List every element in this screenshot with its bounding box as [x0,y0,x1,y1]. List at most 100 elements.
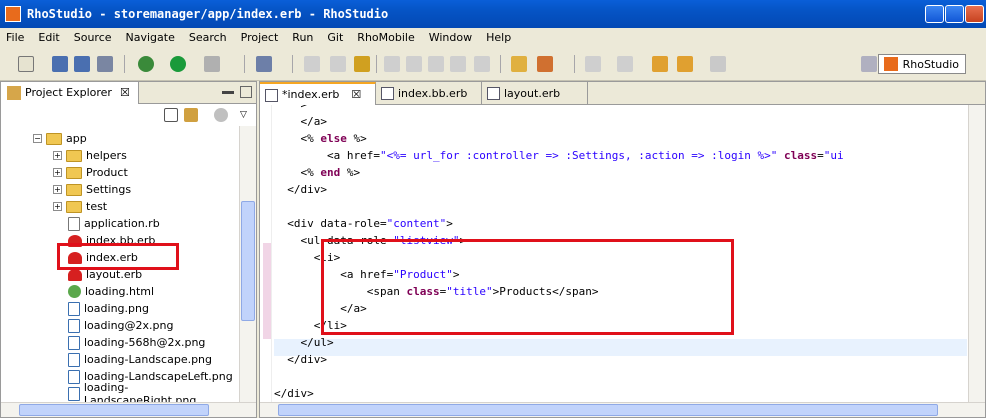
tree-item-application-rb[interactable]: application.rb [68,215,160,232]
tool-icon[interactable] [304,56,320,72]
tab-layout-erb[interactable]: layout.erb [482,82,588,105]
run-icon[interactable] [170,56,186,72]
explorer-tab-bar: Project Explorer ☒ [1,81,256,104]
print-icon[interactable] [97,56,113,72]
toolbar-separator [244,55,245,73]
code-line: </a> [300,115,328,128]
folder-icon [66,200,82,213]
minimize-view-icon[interactable] [222,91,234,94]
tree-item-loading-html[interactable]: loading.html [68,283,154,300]
tool-icon[interactable] [474,56,490,72]
perspective-label: RhoStudio [902,57,959,71]
tree-item-loading-png[interactable]: loading.png [68,300,149,317]
expand-icon[interactable]: + [53,168,62,177]
explorer-toolbar: ▽ [1,104,256,126]
debug-icon[interactable] [138,56,154,72]
view-menu-icon[interactable] [214,108,228,122]
menu-file[interactable]: File [6,31,24,44]
tree-item-loading-2x-png[interactable]: loading@2x.png [68,317,173,334]
collapse-all-icon[interactable] [164,108,178,122]
explorer-vertical-scrollbar[interactable] [239,126,256,404]
tree-item-test[interactable]: + test [53,198,107,215]
tree-item-loading-landscape-png[interactable]: loading-Landscape.png [68,351,212,368]
tree-item-settings[interactable]: + Settings [53,181,131,198]
tab-index-bb-erb[interactable]: index.bb.erb [376,82,482,105]
collapse-icon[interactable]: − [33,134,42,143]
menu-source[interactable]: Source [74,31,112,44]
code-line: <% else %> [300,132,367,145]
open-perspective-icon[interactable] [861,56,877,72]
tool-icon[interactable] [406,56,422,72]
folder-icon [66,183,82,196]
tree-item-app[interactable]: − app [33,130,87,147]
project-explorer-icon [7,85,21,100]
highlight-box-list-item-code [321,239,734,335]
pen-icon[interactable] [537,56,553,72]
tool-icon[interactable] [428,56,444,72]
toolbar-separator [292,55,293,73]
scrollbar-thumb[interactable] [241,201,255,321]
tool-icon[interactable] [354,56,370,72]
maximize-view-icon[interactable] [240,86,252,98]
file-icon [381,87,394,100]
open-folder-icon[interactable] [511,56,527,72]
open-type-icon[interactable] [256,56,272,72]
editor-vertical-scrollbar[interactable] [968,105,985,403]
menu-search[interactable]: Search [189,31,227,44]
file-icon [487,87,500,100]
tab-index-erb[interactable]: *index.erb ☒ [260,82,376,105]
current-line-highlight [274,339,967,356]
explorer-horizontal-scrollbar[interactable] [1,402,256,417]
expand-icon[interactable]: + [53,185,62,194]
tab-project-explorer[interactable]: Project Explorer ☒ [1,81,139,104]
close-tab-icon[interactable]: ☒ [351,88,361,101]
folder-icon [46,132,62,145]
code-line: </div> [287,183,327,196]
external-tools-icon[interactable] [204,56,220,72]
chevron-down-icon[interactable]: ▽ [240,110,247,120]
tool-icon[interactable] [384,56,400,72]
prev-annotation-icon[interactable] [617,56,633,72]
ruby-gem-icon [68,268,82,281]
tool-icon[interactable] [330,56,346,72]
tree-item-helpers[interactable]: + helpers [53,147,127,164]
expand-icon[interactable]: + [53,151,62,160]
minimize-button[interactable] [925,5,944,23]
save-all-icon[interactable] [74,56,90,72]
title-bar: RhoStudio - storemanager/app/index.erb -… [0,0,986,28]
editor-horizontal-scrollbar[interactable] [260,402,985,417]
folder-icon [66,166,82,179]
save-icon[interactable] [52,56,68,72]
highlight-box-index-erb [57,243,179,270]
menu-rhomobile[interactable]: RhoMobile [357,31,414,44]
tree-item-loading-568h-png[interactable]: loading-568h@2x.png [68,334,205,351]
menu-window[interactable]: Window [429,31,472,44]
link-editor-icon[interactable] [184,108,198,122]
menu-run[interactable]: Run [292,31,313,44]
last-edit-icon[interactable] [652,56,668,72]
menu-git[interactable]: Git [327,31,343,44]
close-button[interactable] [965,5,984,23]
perspective-button[interactable]: RhoStudio [877,54,966,74]
code-line: > [274,105,308,113]
expand-icon[interactable]: + [53,202,62,211]
tree-item-loading-landscaperight-png[interactable]: loading-LandscapeRight.png [68,381,239,404]
menu-edit[interactable]: Edit [38,31,59,44]
menu-project[interactable]: Project [241,31,279,44]
scrollbar-thumb[interactable] [19,404,209,416]
tool-icon[interactable] [450,56,466,72]
scrollbar-thumb[interactable] [278,404,938,416]
image-file-icon [68,318,80,333]
tree-item-product[interactable]: + Product [53,164,128,181]
next-annotation-icon[interactable] [585,56,601,72]
close-tab-icon[interactable]: ☒ [120,86,130,99]
maximize-button[interactable] [945,5,964,23]
forward-icon[interactable] [710,56,726,72]
new-icon[interactable] [18,56,34,72]
code-line: <% end %> [300,166,361,179]
menu-navigate[interactable]: Navigate [126,31,175,44]
code-line: <div data-role="content"> [287,217,453,230]
back-icon[interactable] [677,56,693,72]
menu-help[interactable]: Help [486,31,511,44]
folder-icon [66,149,82,162]
